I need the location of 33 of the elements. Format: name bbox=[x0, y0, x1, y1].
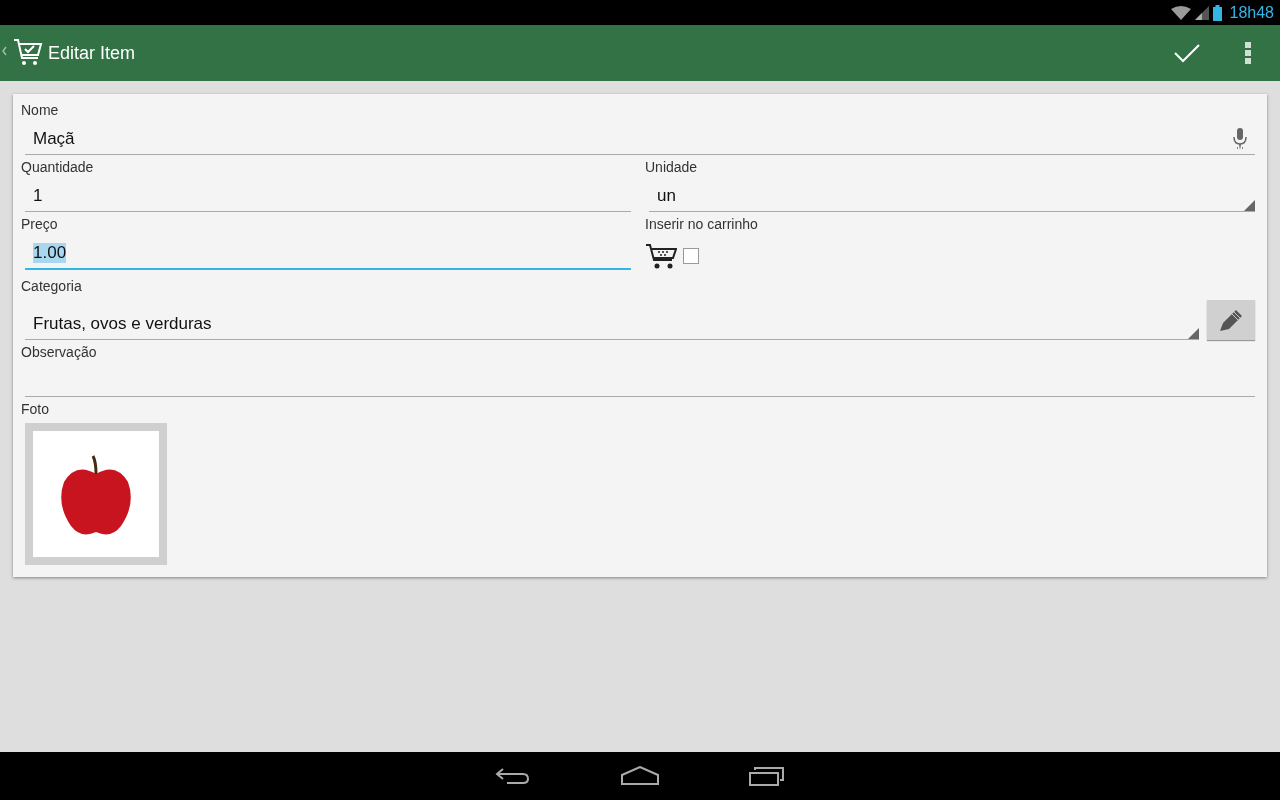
recent-apps-icon[interactable] bbox=[749, 766, 785, 786]
field-label: Foto bbox=[21, 401, 50, 417]
overflow-menu-button[interactable] bbox=[1244, 41, 1252, 65]
back-icon[interactable] bbox=[495, 766, 531, 786]
text-field[interactable]: Maçã bbox=[25, 124, 1255, 155]
field-label: Observação bbox=[21, 344, 98, 360]
signal-icon bbox=[1194, 5, 1209, 20]
text-field[interactable]: 1 bbox=[25, 181, 631, 212]
photo-button[interactable] bbox=[25, 423, 167, 565]
save-button[interactable] bbox=[1174, 43, 1200, 63]
field-label: Inserir no carrinho bbox=[645, 216, 759, 232]
dropdown-field[interactable]: un bbox=[649, 181, 1255, 212]
cart-icon bbox=[0, 38, 44, 68]
wifi-icon bbox=[1170, 5, 1191, 20]
field-label: Categoria bbox=[21, 278, 83, 294]
cart-icon bbox=[645, 242, 677, 270]
screen-title: Editar Item bbox=[48, 42, 136, 64]
more-icon bbox=[1244, 41, 1252, 65]
field-label: Preço bbox=[21, 216, 59, 232]
checkbox[interactable] bbox=[683, 248, 699, 264]
field-label: Nome bbox=[21, 102, 60, 118]
home-icon[interactable] bbox=[621, 766, 659, 786]
battery-icon bbox=[1212, 4, 1222, 21]
text-field[interactable]: 1.00 bbox=[25, 238, 631, 270]
clock-time: 18h48 bbox=[1229, 3, 1274, 22]
checkmark-icon bbox=[1174, 43, 1200, 63]
field-label: Quantidade bbox=[21, 159, 95, 175]
field-label: Unidade bbox=[645, 159, 699, 175]
pencil-icon bbox=[1217, 307, 1245, 333]
dropdown-field[interactable]: Frutas, ovos e verduras bbox=[25, 309, 1199, 340]
microphone-icon[interactable] bbox=[1233, 128, 1247, 150]
edit-button[interactable] bbox=[1207, 300, 1255, 340]
back-button[interactable] bbox=[0, 38, 44, 68]
